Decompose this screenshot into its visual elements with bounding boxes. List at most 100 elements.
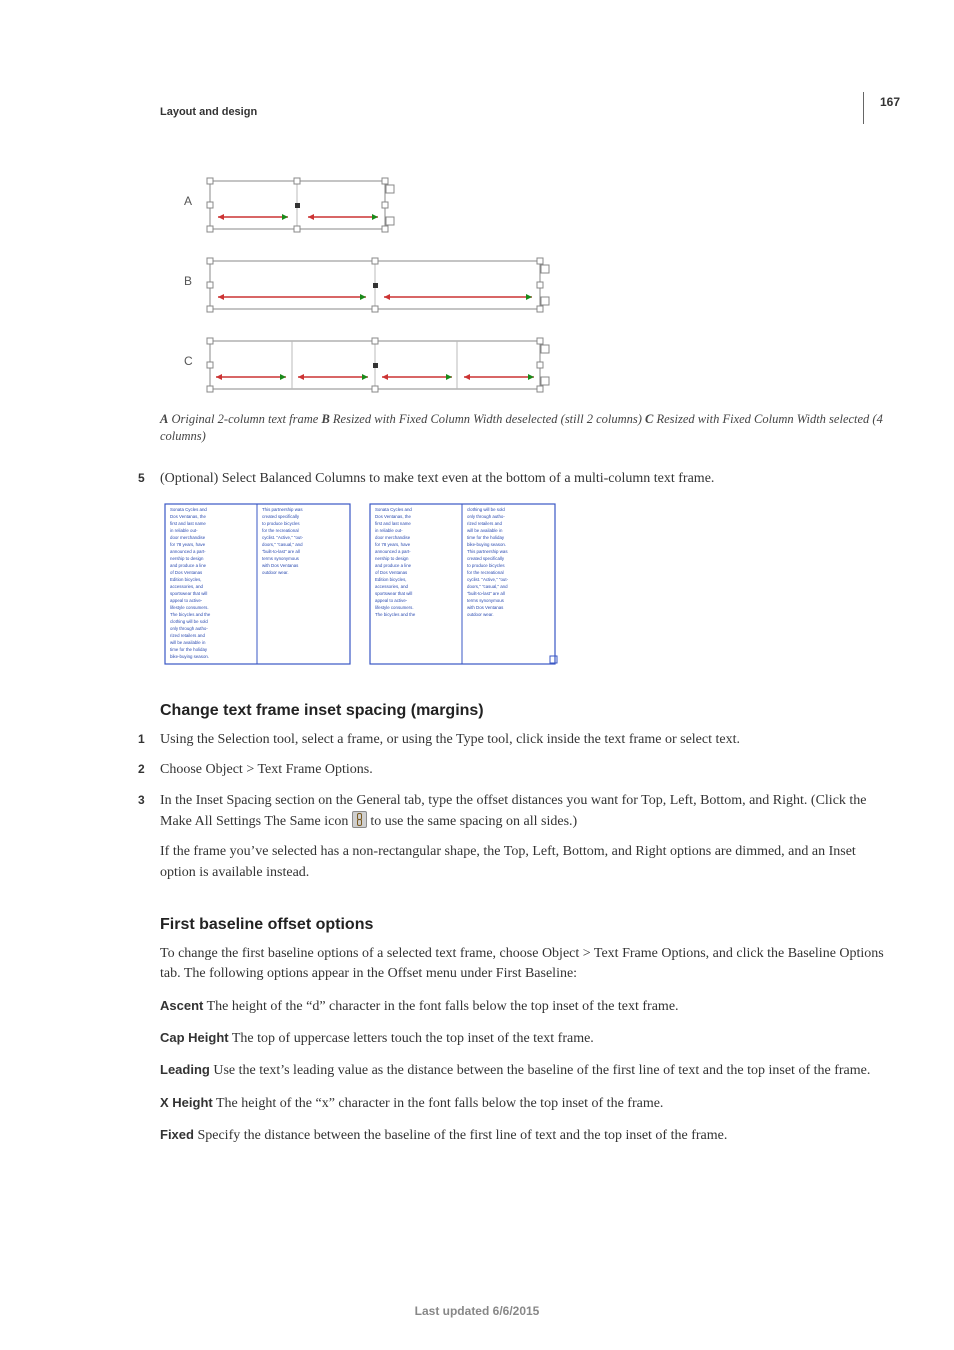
svg-text:The bicycles and the: The bicycles and the (170, 612, 211, 617)
figure-row-a: A (160, 171, 560, 241)
figure-row-c: C (160, 331, 560, 401)
page-number: 167 (863, 92, 904, 124)
svg-text:of Dos Ventanas: of Dos Ventanas (375, 570, 408, 575)
svg-text:This partnership was: This partnership was (262, 507, 303, 512)
step-inset-2-num: 2 (138, 760, 160, 780)
svg-text:to produce bicycles: to produce bicycles (467, 563, 505, 568)
svg-text:nership to design: nership to design (375, 556, 409, 561)
svg-text:time for the holiday: time for the holiday (467, 535, 505, 540)
figure-svg-a (160, 171, 560, 241)
svg-text:with Dos Ventanas: with Dos Ventanas (262, 563, 299, 568)
svg-text:and produce a line: and produce a line (375, 563, 412, 568)
svg-text:of Dos Ventanas: of Dos Ventanas (170, 570, 203, 575)
svg-text:rized retailers and: rized retailers and (467, 521, 502, 526)
heading-inset-spacing: Change text frame inset spacing (margins… (160, 699, 884, 722)
term-xheight: X Height (160, 1095, 213, 1110)
def-capheight: Cap Height The top of uppercase letters … (160, 1029, 884, 1049)
svg-text:Dos Ventanas, the: Dos Ventanas, the (375, 514, 411, 519)
def-ascent-text: The height of the “d” character in the f… (203, 999, 678, 1014)
running-head: Layout and design (160, 105, 884, 121)
svg-text:Sonata Cycles and: Sonata Cycles and (375, 507, 412, 512)
figure-caption: A Original 2-column text frame B Resized… (160, 411, 884, 445)
baseline-intro: To change the first baseline options of … (160, 944, 884, 985)
svg-text:will be available in: will be available in (467, 528, 503, 533)
svg-text:in reliable out-: in reliable out- (170, 528, 198, 533)
svg-text:in reliable out-: in reliable out- (375, 528, 403, 533)
step-inset-2-text: Choose Object > Text Frame Options. (160, 760, 884, 780)
step-inset-1-text: Using the Selection tool, select a frame… (160, 730, 884, 750)
term-ascent: Ascent (160, 998, 203, 1013)
svg-text:terms synonymous: terms synonymous (467, 598, 505, 603)
caption-text-a: Original 2-column text frame (168, 412, 321, 426)
page: 167 Layout and design A (0, 0, 954, 1350)
figure-column-resize: A (160, 171, 884, 445)
svg-text:Edition bicycles,: Edition bicycles, (375, 577, 406, 582)
svg-text:terms synonymous: terms synonymous (262, 556, 300, 561)
def-fixed: Fixed Specify the distance between the b… (160, 1126, 884, 1146)
svg-text:announced a part-: announced a part- (375, 549, 411, 554)
figure-svg-b (160, 251, 560, 321)
def-capheight-text: The top of uppercase letters touch the t… (229, 1031, 594, 1046)
step-inset-3: 3 In the Inset Spacing section on the Ge… (138, 791, 884, 833)
figure-svg-c (160, 331, 560, 401)
svg-text:Dos Ventanas, the: Dos Ventanas, the (170, 514, 206, 519)
svg-text:Sonata Cycles and: Sonata Cycles and (170, 507, 207, 512)
svg-text:time for the holiday: time for the holiday (170, 647, 208, 652)
svg-text:outdoor wear.: outdoor wear. (262, 570, 289, 575)
caption-label-b: B (321, 412, 329, 426)
step-5-text: (Optional) Select Balanced Columns to ma… (160, 469, 884, 489)
svg-text:announced a part-: announced a part- (170, 549, 206, 554)
heading-baseline-options: First baseline offset options (160, 913, 884, 936)
svg-text:"built-to-last" are all: "built-to-last" are all (467, 591, 505, 596)
svg-text:for 78 years, have: for 78 years, have (375, 542, 411, 547)
svg-text:for the recreational: for the recreational (262, 528, 299, 533)
svg-text:only through autho-: only through autho- (467, 514, 505, 519)
svg-text:cyclist. "Active," "out-: cyclist. "Active," "out- (467, 577, 509, 582)
figure-label-a: A (184, 193, 192, 210)
inset-note: If the frame you’ve selected has a non-r… (160, 842, 884, 883)
svg-text:rized retailers and: rized retailers and (170, 633, 205, 638)
footer-updated: Last updated 6/6/2015 (0, 1303, 954, 1320)
step-5-number: 5 (138, 469, 160, 489)
figure-balanced-columns: Sonata Cycles and Dos Ventanas, the firs… (160, 499, 560, 669)
figure-balanced-svg: Sonata Cycles and Dos Ventanas, the firs… (160, 499, 560, 669)
svg-text:only through autho-: only through autho- (170, 626, 208, 631)
svg-text:outdoor wear.: outdoor wear. (467, 612, 494, 617)
svg-text:with Dos Ventanas: with Dos Ventanas (467, 605, 504, 610)
step-inset-1-num: 1 (138, 730, 160, 750)
svg-text:Edition bicycles,: Edition bicycles, (170, 577, 201, 582)
def-ascent: Ascent The height of the “d” character i… (160, 997, 884, 1017)
figure-label-b: B (184, 273, 192, 290)
svg-text:door merchandise: door merchandise (170, 535, 206, 540)
def-xheight-text: The height of the “x” character in the f… (213, 1096, 664, 1111)
svg-text:cyclist. "Active," "out-: cyclist. "Active," "out- (262, 535, 304, 540)
step-inset-2: 2 Choose Object > Text Frame Options. (138, 760, 884, 780)
svg-text:accessories, and: accessories, and (170, 584, 204, 589)
step-5: 5 (Optional) Select Balanced Columns to … (138, 469, 884, 489)
svg-text:first and last name: first and last name (375, 521, 411, 526)
svg-text:"built-to-last" are all: "built-to-last" are all (262, 549, 300, 554)
term-fixed: Fixed (160, 1127, 194, 1142)
svg-text:and produce a line: and produce a line (170, 563, 207, 568)
figure-label-c: C (184, 353, 193, 370)
def-leading: Leading Use the text’s leading value as … (160, 1061, 884, 1081)
chain-link-icon (352, 811, 367, 828)
svg-text:appeal to active-: appeal to active- (170, 598, 203, 603)
svg-text:The bicycles and the: The bicycles and the (375, 612, 416, 617)
svg-text:for 78 years, have: for 78 years, have (170, 542, 206, 547)
svg-text:lifestyle consumers.: lifestyle consumers. (170, 605, 209, 610)
def-fixed-text: Specify the distance between the baselin… (194, 1128, 727, 1143)
term-leading: Leading (160, 1062, 210, 1077)
step-inset-3-num: 3 (138, 791, 160, 833)
svg-text:to produce bicycles: to produce bicycles (262, 521, 300, 526)
svg-text:doors," "casual," and: doors," "casual," and (262, 542, 303, 547)
svg-text:first and last name: first and last name (170, 521, 206, 526)
svg-text:doors," "casual," and: doors," "casual," and (467, 584, 508, 589)
svg-text:will be available in: will be available in (170, 640, 206, 645)
svg-text:clothing will be sold: clothing will be sold (467, 507, 505, 512)
svg-text:door merchandise: door merchandise (375, 535, 411, 540)
svg-text:bike-buying season.: bike-buying season. (170, 654, 209, 659)
figure-row-b: B (160, 251, 560, 321)
svg-text:appeal to active-: appeal to active- (375, 598, 408, 603)
svg-text:clothing will be sold: clothing will be sold (170, 619, 208, 624)
